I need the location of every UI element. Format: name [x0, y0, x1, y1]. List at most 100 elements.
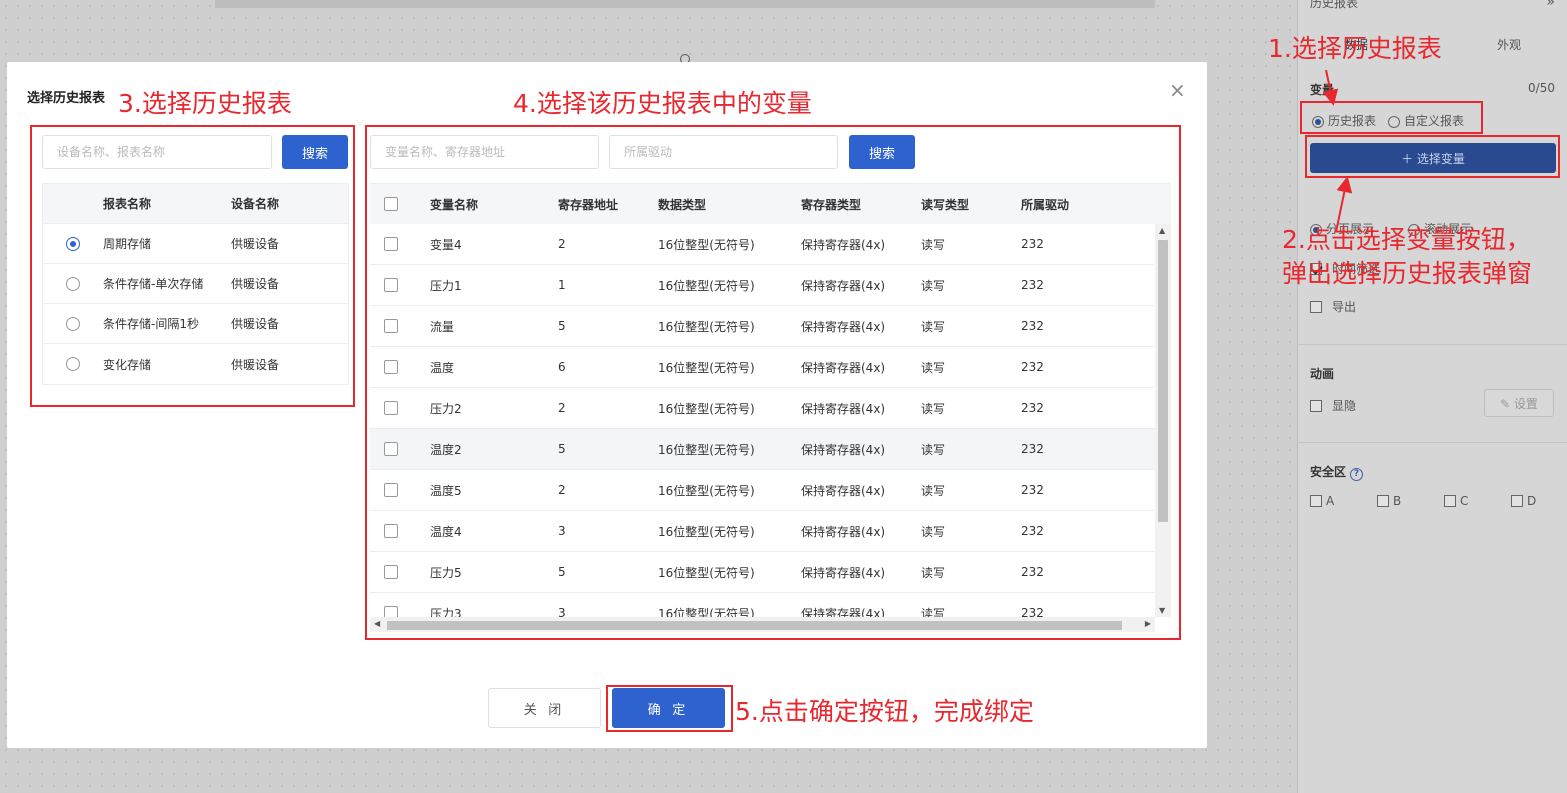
radio-history-report-label: 历史报表 — [1328, 114, 1377, 128]
table-row[interactable]: 变化存储 供暖设备 — [43, 344, 348, 384]
row-checkbox[interactable] — [384, 401, 398, 415]
register-address: 3 — [558, 606, 566, 617]
annotation-step1: 1.选择历史报表 — [1268, 34, 1442, 63]
table-row[interactable]: 压力3 3 16位整型(无符号) 保持寄存器(4x) 读写 232 — [370, 593, 1155, 617]
help-icon[interactable]: ? — [1350, 468, 1364, 481]
scroll-down-icon[interactable]: ▼ — [1159, 606, 1165, 615]
export-checkbox[interactable]: 导出 — [1310, 298, 1356, 315]
variable-table-header: 变量名称 寄存器地址 数据类型 寄存器类型 读写类型 所属驱动 — [370, 184, 1171, 224]
row-checkbox[interactable] — [384, 442, 398, 456]
animation-setting-button[interactable]: ✎ 设置 — [1484, 389, 1554, 417]
register-type: 保持寄存器(4x) — [801, 524, 886, 539]
radio-history-report[interactable]: 历史报表 — [1312, 112, 1376, 129]
row-checkbox[interactable] — [384, 278, 398, 292]
scrollbar-thumb[interactable] — [387, 621, 1122, 630]
table-row[interactable]: 压力5 5 16位整型(无符号) 保持寄存器(4x) 读写 232 — [370, 552, 1155, 593]
select-variable-button[interactable]: ＋ 选择变量 — [1310, 143, 1556, 173]
table-row[interactable]: 温度 6 16位整型(无符号) 保持寄存器(4x) 读写 232 — [370, 347, 1155, 388]
column-header-data-type: 数据类型 — [658, 197, 707, 212]
table-row[interactable]: 压力1 1 16位整型(无符号) 保持寄存器(4x) 读写 232 — [370, 265, 1155, 306]
variable-search-button[interactable]: 搜索 — [849, 135, 915, 169]
divider — [1298, 344, 1567, 345]
row-checkbox-cell — [370, 565, 412, 579]
driver: 232 — [1021, 360, 1044, 374]
radio-cell — [43, 316, 103, 331]
report-search-input[interactable] — [42, 135, 272, 169]
variable-name: 温度2 — [430, 442, 462, 457]
row-checkbox-cell — [370, 278, 412, 292]
safe-zone-b-checkbox[interactable]: B — [1377, 494, 1444, 508]
data-type: 16位整型(无符号) — [658, 360, 755, 375]
checkbox-icon — [1444, 495, 1456, 507]
safe-zone-a-checkbox[interactable]: A — [1310, 494, 1377, 508]
table-row[interactable]: 流量 5 16位整型(无符号) 保持寄存器(4x) 读写 232 — [370, 306, 1155, 347]
table-row[interactable]: 条件存储-单次存储 供暖设备 — [43, 264, 348, 304]
variable-table-body: 变量4 2 16位整型(无符号) 保持寄存器(4x) 读写 232 压力1 1 16位整型(无符… — [370, 224, 1155, 617]
select-all-checkbox[interactable] — [384, 197, 398, 211]
safe-zone-c-checkbox[interactable]: C — [1444, 494, 1511, 508]
variable-name: 压力1 — [430, 278, 462, 293]
select-history-report-dialog: 选择历史报表 × 搜索 报表名称 设备名称 周期存储 供暖设备 条件存储-单次存… — [7, 62, 1207, 748]
horizontal-scrollbar[interactable]: ◀ ▶ — [370, 617, 1155, 632]
report-search-button[interactable]: 搜索 — [282, 135, 348, 169]
report-radio[interactable] — [66, 236, 80, 251]
annotation-step5: 5.点击确定按钮，完成绑定 — [735, 697, 1034, 726]
radio-off-icon — [1388, 115, 1401, 128]
data-type: 16位整型(无符号) — [658, 483, 755, 498]
data-type: 16位整型(无符号) — [658, 524, 755, 539]
divider — [1298, 442, 1567, 443]
row-checkbox[interactable] — [384, 606, 398, 617]
report-radio[interactable] — [66, 357, 80, 371]
driver-filter-input[interactable] — [609, 135, 838, 169]
row-checkbox[interactable] — [384, 565, 398, 579]
table-row[interactable]: 周期存储 供暖设备 — [43, 224, 348, 264]
variable-name: 温度5 — [430, 483, 462, 498]
driver: 232 — [1021, 606, 1044, 617]
checkbox-icon — [1310, 300, 1322, 313]
radio-cell — [43, 276, 103, 291]
row-checkbox[interactable] — [384, 319, 398, 333]
row-checkbox[interactable] — [384, 237, 398, 251]
checkbox-icon — [1310, 495, 1322, 507]
scroll-left-icon[interactable]: ◀ — [374, 619, 380, 628]
row-checkbox-cell — [370, 442, 412, 456]
radio-custom-report[interactable]: 自定义报表 — [1388, 112, 1464, 129]
scroll-up-icon[interactable]: ▲ — [1159, 226, 1165, 235]
dialog-title: 选择历史报表 — [27, 91, 106, 106]
safe-zone-title: 安全区? — [1310, 463, 1364, 481]
table-row[interactable]: 温度2 5 16位整型(无符号) 保持寄存器(4x) 读写 232 — [370, 429, 1155, 470]
close-icon[interactable]: × — [1169, 80, 1186, 100]
driver: 232 — [1021, 401, 1044, 415]
rw-type: 读写 — [921, 360, 946, 375]
safe-zone-d-checkbox[interactable]: D — [1511, 494, 1567, 508]
register-address: 1 — [558, 278, 566, 292]
row-checkbox[interactable] — [384, 483, 398, 497]
register-type: 保持寄存器(4x) — [801, 278, 886, 293]
variable-count: 0/50 — [1528, 81, 1555, 95]
table-row[interactable]: 温度5 2 16位整型(无符号) 保持寄存器(4x) 读写 232 — [370, 470, 1155, 511]
show-hide-checkbox[interactable]: 显隐 — [1310, 397, 1356, 414]
row-checkbox-cell — [370, 237, 412, 251]
column-header-variable-name: 变量名称 — [430, 197, 479, 212]
table-row[interactable]: 条件存储-间隔1秒 供暖设备 — [43, 304, 348, 344]
row-checkbox[interactable] — [384, 360, 398, 374]
device-name: 供暖设备 — [231, 277, 280, 291]
report-radio[interactable] — [66, 316, 80, 331]
tab-appearance[interactable]: 外观 — [1497, 36, 1521, 53]
table-row[interactable]: 变量4 2 16位整型(无符号) 保持寄存器(4x) 读写 232 — [370, 224, 1155, 265]
radio-on-icon — [1312, 115, 1324, 128]
table-row[interactable]: 压力2 2 16位整型(无符号) 保持寄存器(4x) 读写 232 — [370, 388, 1155, 429]
vertical-scrollbar[interactable]: ▲ ▼ — [1155, 224, 1171, 617]
row-checkbox[interactable] — [384, 524, 398, 538]
scroll-right-icon[interactable]: ▶ — [1145, 619, 1151, 628]
scrollbar-thumb[interactable] — [1158, 240, 1168, 522]
variable-search-input[interactable] — [370, 135, 599, 169]
report-radio[interactable] — [66, 276, 80, 291]
confirm-button[interactable]: 确 定 — [612, 688, 725, 728]
variable-label: 变量 — [1310, 83, 1335, 97]
variable-name: 温度 — [430, 360, 455, 375]
close-button[interactable]: 关 闭 — [488, 688, 601, 728]
table-row[interactable]: 温度4 3 16位整型(无符号) 保持寄存器(4x) 读写 232 — [370, 511, 1155, 552]
collapse-icon[interactable]: » — [1546, 0, 1555, 10]
checkbox-icon — [1310, 399, 1322, 412]
